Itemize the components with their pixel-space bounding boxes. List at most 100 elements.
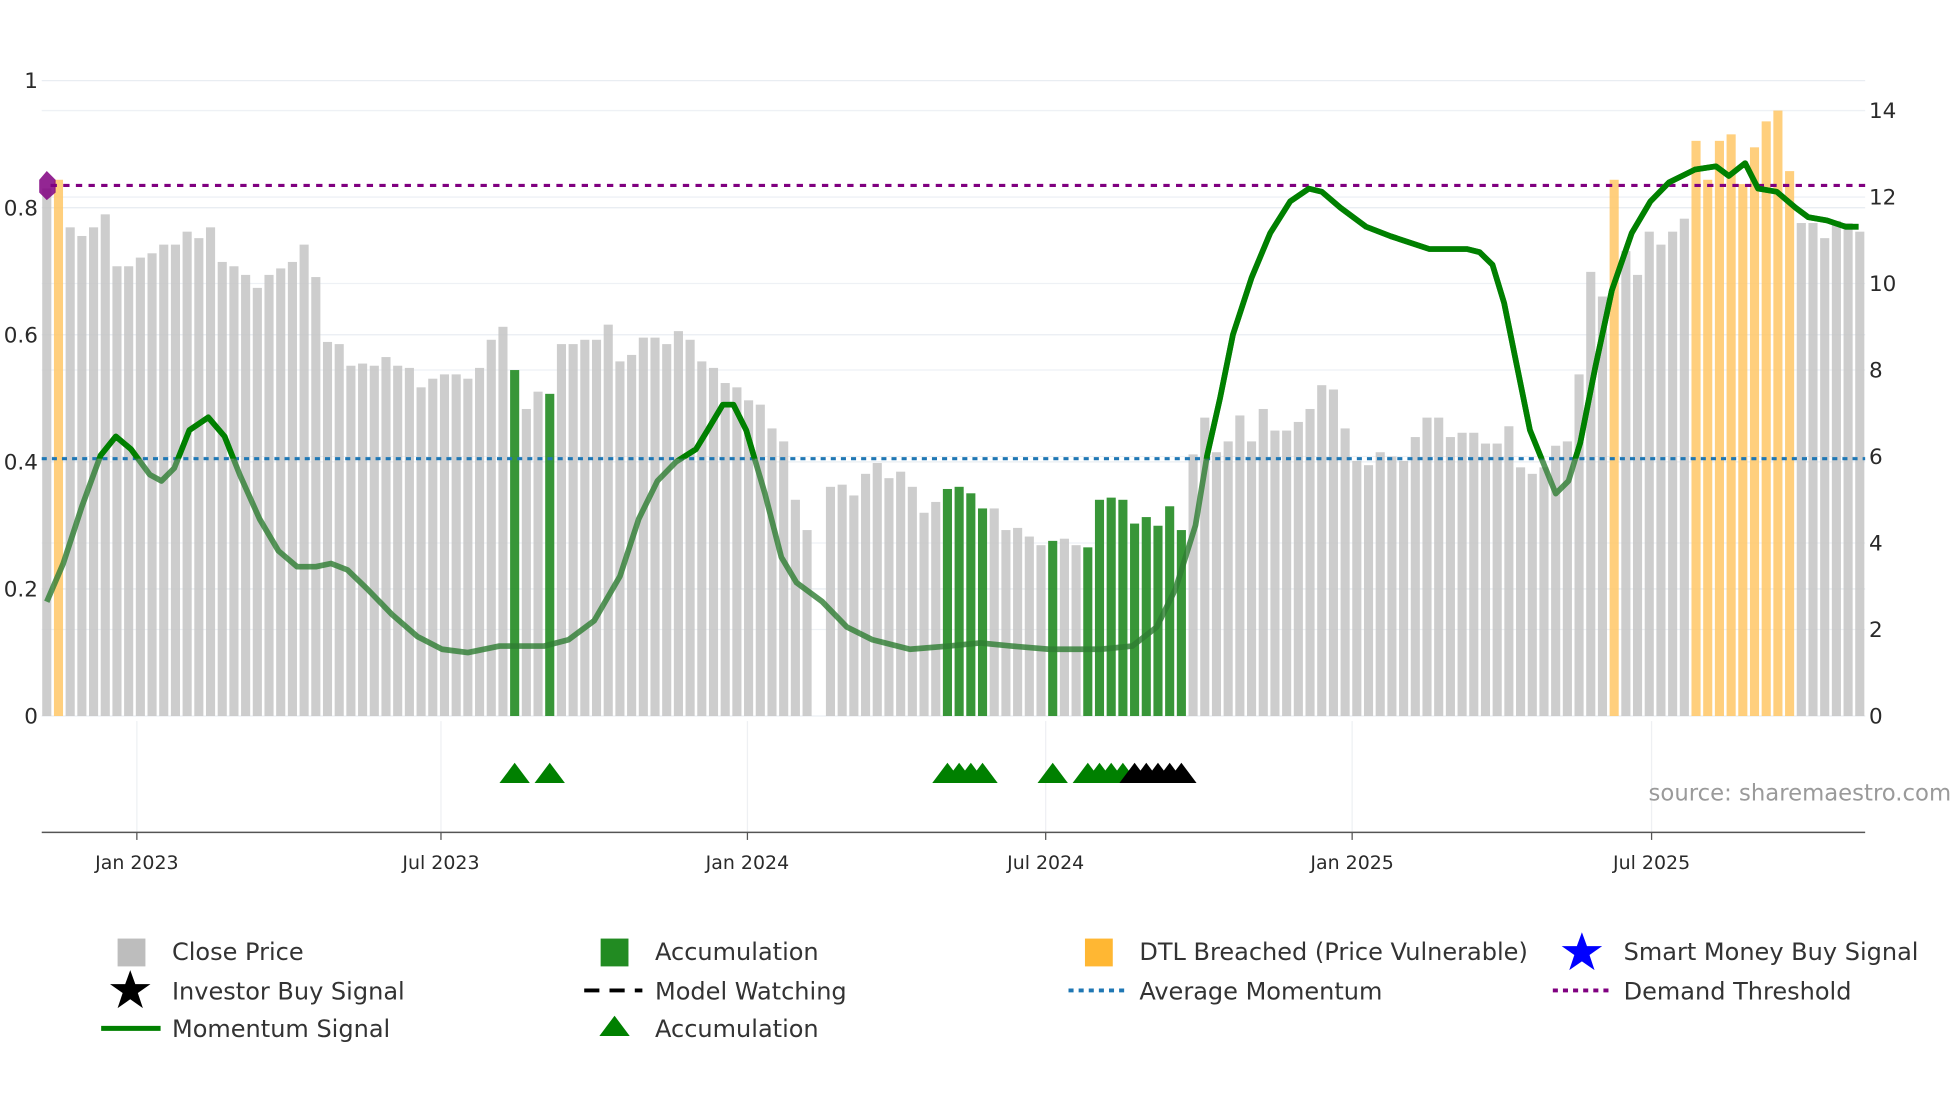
close-price-bar bbox=[182, 231, 192, 717]
close-price-bar bbox=[287, 261, 297, 717]
accumulation-bar bbox=[1141, 517, 1151, 717]
dtl-breached-bar bbox=[1773, 110, 1783, 717]
investor-star-icon bbox=[110, 970, 151, 1009]
close-price-bar bbox=[1387, 456, 1397, 717]
close-price-bar bbox=[1399, 460, 1409, 717]
close-price-bar bbox=[1059, 538, 1069, 717]
legend-demand-threshold: Demand Threshold bbox=[1624, 977, 1852, 1005]
accumulation-bar bbox=[1118, 499, 1128, 717]
close-price-bar bbox=[1445, 437, 1455, 717]
smart-money-star-icon bbox=[1561, 932, 1603, 971]
close-price-bar bbox=[1843, 223, 1853, 717]
close-price-bar bbox=[1539, 467, 1549, 717]
right-axis-tick: 12 bbox=[1869, 186, 1896, 211]
close-price-bar bbox=[1410, 437, 1420, 717]
close-price-bar bbox=[580, 339, 590, 717]
close-price-bar bbox=[486, 339, 496, 717]
close-price-bar bbox=[264, 274, 274, 717]
close-price-bar bbox=[1305, 408, 1315, 717]
close-price-bar bbox=[439, 374, 450, 717]
x-axis-tick: Jan 2023 bbox=[94, 852, 178, 874]
close-price-bar bbox=[276, 268, 286, 717]
source-label: source: sharemaestro.com bbox=[1649, 781, 1952, 807]
accumulation-bar bbox=[1083, 547, 1093, 717]
close-price-bar bbox=[1317, 385, 1327, 717]
close-price-bar bbox=[896, 471, 906, 717]
close-price-bar bbox=[77, 235, 87, 717]
dtl-breached-bar bbox=[1703, 179, 1713, 717]
dtl-breached-bar bbox=[1609, 179, 1619, 717]
close-price-bar bbox=[1258, 408, 1268, 717]
x-axis-tick: Jan 2025 bbox=[1309, 852, 1393, 874]
close-price-bar bbox=[1808, 223, 1818, 717]
close-price-bar bbox=[1211, 452, 1222, 717]
right-axis-tick: 6 bbox=[1869, 445, 1883, 470]
legend-dtl-breached: DTL Breached (Price Vulnerable) bbox=[1139, 938, 1528, 966]
accumulation-triangle bbox=[534, 762, 565, 784]
left-axis-tick: 0 bbox=[24, 705, 38, 730]
legend-dtl-swatch bbox=[1084, 938, 1113, 967]
right-axis-tick: 8 bbox=[1869, 359, 1883, 384]
close-price-bar bbox=[673, 331, 683, 717]
close-price-bar bbox=[837, 484, 847, 717]
close-price-bar bbox=[861, 473, 871, 717]
close-price-bar bbox=[825, 486, 836, 717]
close-price-bar bbox=[135, 257, 145, 717]
close-price-bar bbox=[1293, 421, 1303, 717]
accumulation-triangle bbox=[499, 762, 530, 784]
demand-marker-icon bbox=[39, 171, 56, 201]
left-axis-tick: 1 bbox=[24, 69, 38, 94]
close-price-bar bbox=[1235, 415, 1245, 717]
dtl-breached-bar bbox=[53, 179, 64, 717]
close-price-bar bbox=[1247, 441, 1257, 717]
close-price-bar bbox=[1013, 527, 1023, 717]
close-price-bar bbox=[1469, 432, 1479, 717]
close-price-bar bbox=[1024, 536, 1034, 717]
close-price-bar bbox=[451, 374, 461, 717]
right-axis-tick: 10 bbox=[1869, 272, 1896, 297]
close-price-bar bbox=[790, 499, 800, 717]
close-price-bar bbox=[1516, 467, 1526, 717]
close-price-bar bbox=[42, 188, 52, 717]
x-axis-tick: Jul 2024 bbox=[1006, 852, 1084, 874]
left-axis-tick: 0.2 bbox=[4, 578, 38, 603]
legend-smart-money: Smart Money Buy Signal bbox=[1624, 938, 1919, 966]
close-price-bar bbox=[205, 227, 216, 717]
close-price-bar bbox=[931, 501, 941, 717]
signal-markers bbox=[499, 762, 1197, 784]
close-price-bar bbox=[591, 339, 602, 717]
close-price-bar bbox=[767, 428, 777, 717]
close-price-bar bbox=[369, 365, 379, 717]
momentum-chart: 00.20.40.60.8102468101214Jan 2023 Jul 202… bbox=[4, 69, 1952, 1043]
accumulation-bar bbox=[942, 488, 952, 717]
close-price-bar bbox=[685, 339, 695, 717]
close-price-bar bbox=[732, 387, 742, 717]
close-price-bar bbox=[697, 361, 707, 717]
close-price-bar bbox=[1820, 238, 1830, 717]
close-price-bar bbox=[416, 387, 426, 717]
accumulation-bar bbox=[1048, 540, 1058, 717]
accumulation-triangle-icon bbox=[599, 1015, 630, 1036]
close-price-bar bbox=[1855, 231, 1865, 717]
close-price-bar bbox=[603, 324, 613, 717]
x-axis-tick: Jul 2025 bbox=[1612, 852, 1690, 874]
close-price-bar bbox=[1352, 460, 1362, 717]
close-price-bar bbox=[124, 266, 134, 717]
close-price-bar bbox=[1621, 251, 1631, 717]
legend-accumulation-bar: Accumulation bbox=[655, 938, 819, 966]
close-price-bar bbox=[989, 508, 999, 717]
close-price-bar bbox=[1434, 417, 1444, 717]
close-price-bar bbox=[662, 344, 672, 717]
dtl-breached-bar bbox=[1714, 140, 1724, 717]
accumulation-bar bbox=[1130, 523, 1140, 717]
close-price-bar bbox=[65, 227, 75, 717]
close-price-bar bbox=[872, 463, 882, 717]
legend-accumulation-triangle: Accumulation bbox=[655, 1015, 819, 1043]
close-price-bar bbox=[755, 404, 765, 717]
legend-close-price-swatch bbox=[117, 938, 146, 967]
close-price-bar bbox=[533, 391, 543, 717]
close-price-bar bbox=[463, 378, 473, 717]
close-price-bar bbox=[428, 378, 438, 717]
accumulation-bar bbox=[510, 370, 520, 717]
right-axis-tick: 14 bbox=[1869, 99, 1896, 124]
